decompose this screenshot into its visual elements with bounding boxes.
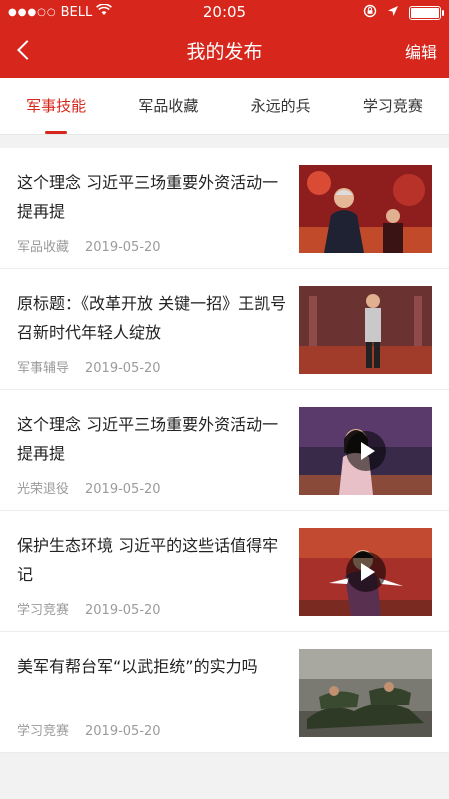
rotation-lock-icon bbox=[363, 4, 377, 22]
item-category: 军品收藏 bbox=[17, 240, 70, 255]
item-thumbnail[interactable] bbox=[299, 286, 432, 374]
item-date: 2019-05-20 bbox=[85, 482, 161, 497]
tab-forever-soldier[interactable]: 永远的兵 bbox=[225, 78, 337, 134]
location-arrow-icon bbox=[387, 5, 399, 21]
category-tabs: 军事技能 军品收藏 永远的兵 学习竞赛 bbox=[0, 78, 449, 135]
item-date: 2019-05-20 bbox=[85, 240, 161, 255]
item-date: 2019-05-20 bbox=[85, 724, 161, 739]
battery-fill bbox=[411, 8, 439, 18]
tab-military-skills[interactable]: 军事技能 bbox=[0, 78, 112, 134]
edit-button[interactable]: 编辑 bbox=[405, 39, 437, 63]
item-title: 保护生态环境 习近平的这些话值得牢记 bbox=[17, 536, 279, 584]
item-category: 学习竞赛 bbox=[17, 603, 70, 618]
item-date: 2019-05-20 bbox=[85, 361, 161, 376]
item-title: 这个理念 习近平三场重要外资活动一提再提 bbox=[17, 173, 279, 221]
navigation-bar: 我的发布 编辑 bbox=[0, 28, 449, 76]
item-title: 原标题：《改革开放 关键一招》王凯号召新时代年轻人绽放 bbox=[17, 294, 287, 342]
item-title: 这个理念 习近平三场重要外资活动一提再提 bbox=[17, 415, 279, 463]
publication-list: 这个理念 习近平三场重要外资活动一提再提 军品收藏 2019-05-20 原标题：… bbox=[0, 148, 449, 753]
status-bar: ●●●○○ BELL 20:05 bbox=[0, 0, 449, 24]
list-item[interactable]: 原标题：《改革开放 关键一招》王凯号召新时代年轻人绽放 军事辅导 2019-05-… bbox=[0, 269, 449, 390]
list-item[interactable]: 保护生态环境 习近平的这些话值得牢记 学习竞赛 2019-05-20 bbox=[0, 511, 449, 632]
item-category: 军事辅导 bbox=[17, 361, 70, 376]
play-button-icon[interactable] bbox=[345, 431, 386, 471]
item-category: 光荣退役 bbox=[17, 482, 70, 497]
tab-military-collection[interactable]: 军品收藏 bbox=[112, 78, 224, 134]
item-meta: 军事辅导 2019-05-20 bbox=[17, 357, 161, 376]
item-meta: 光荣退役 2019-05-20 bbox=[17, 478, 161, 497]
list-item[interactable]: 这个理念 习近平三场重要外资活动一提再提 光荣退役 2019-05-20 bbox=[0, 390, 449, 511]
item-video-thumbnail[interactable] bbox=[299, 528, 432, 616]
top-header: ●●●○○ BELL 20:05 我的发布 编辑 bbox=[0, 0, 449, 78]
item-meta: 军品收藏 2019-05-20 bbox=[17, 236, 161, 255]
battery-icon bbox=[409, 6, 444, 20]
list-item[interactable]: 美军有帮台军“以武拒统”的实力吗 学习竞赛 2019-05-20 bbox=[0, 632, 449, 753]
play-button-icon[interactable] bbox=[345, 552, 386, 592]
item-title: 美军有帮台军“以武拒统”的实力吗 bbox=[17, 657, 258, 676]
item-category: 学习竞赛 bbox=[17, 724, 70, 739]
item-video-thumbnail[interactable] bbox=[299, 407, 432, 495]
item-meta: 学习竞赛 2019-05-20 bbox=[17, 599, 161, 618]
item-meta: 学习竞赛 2019-05-20 bbox=[17, 720, 161, 739]
item-thumbnail[interactable] bbox=[299, 649, 432, 737]
page-title: 我的发布 bbox=[186, 41, 263, 63]
item-thumbnail[interactable] bbox=[299, 165, 432, 253]
list-item[interactable]: 这个理念 习近平三场重要外资活动一提再提 军品收藏 2019-05-20 bbox=[0, 148, 449, 269]
item-date: 2019-05-20 bbox=[85, 603, 161, 618]
tab-study-contest[interactable]: 学习竞赛 bbox=[337, 78, 449, 134]
